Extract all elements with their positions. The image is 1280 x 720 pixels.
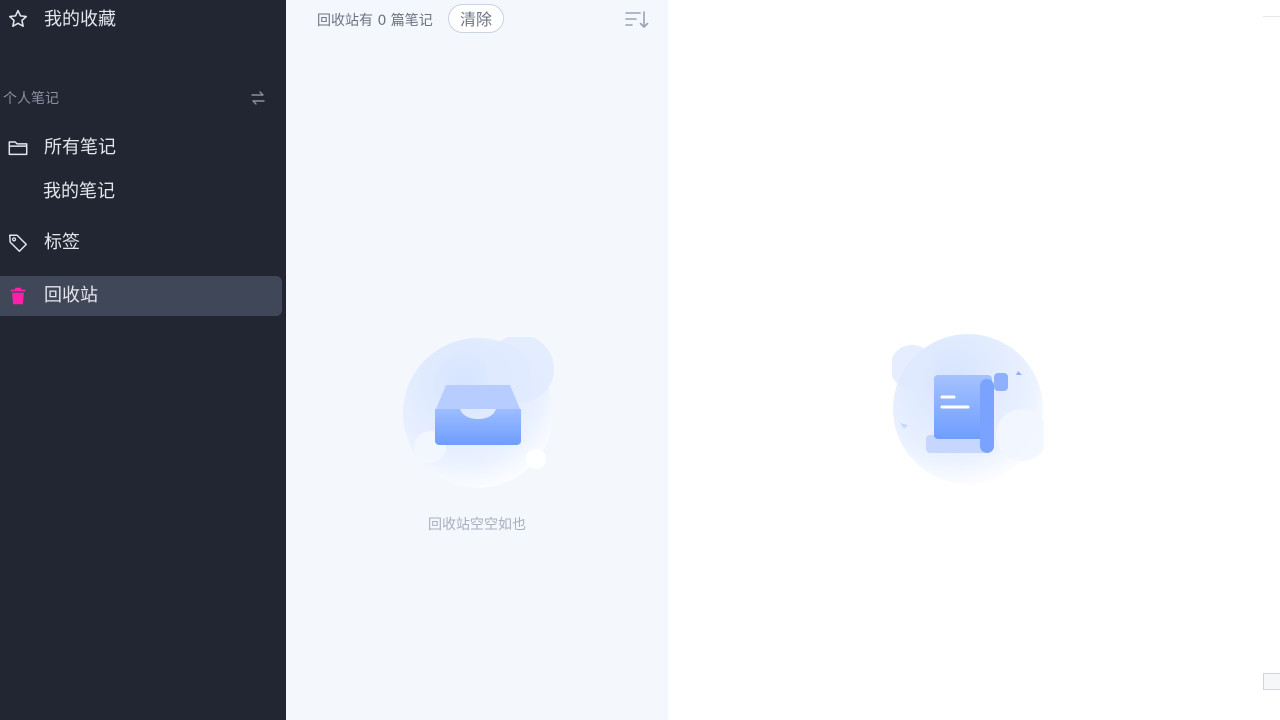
editor-edge-line	[1263, 16, 1280, 17]
section-title-personal-notes: 个人笔记	[3, 91, 59, 107]
clear-trash-button[interactable]: 清除	[448, 4, 504, 33]
swap-icon[interactable]	[249, 89, 267, 107]
tags-label: 标签	[44, 232, 80, 253]
trash-icon	[10, 287, 26, 305]
trash-count-text: 回收站有 0 篇笔记	[317, 13, 433, 29]
trash-label: 回收站	[44, 285, 98, 306]
sort-icon[interactable]	[624, 9, 650, 31]
folder-icon	[8, 141, 28, 156]
app-window: 我的收藏 个人笔记 所有笔记 我的笔记 标签 回收站 回收站有 0 篇笔记 清除…	[0, 0, 1280, 720]
sidebar-item-trash[interactable]: 回收站	[0, 276, 282, 316]
sidebar-item-favorites[interactable]: 我的收藏	[0, 0, 282, 40]
note-list-panel: 回收站有 0 篇笔记 清除 回收站空空如也	[286, 0, 668, 720]
sidebar-item-tags[interactable]: 标签	[0, 223, 282, 263]
editor-edge-box	[1263, 673, 1280, 690]
empty-trash-text: 回收站空空如也	[428, 517, 526, 533]
sidebar: 我的收藏 个人笔记 所有笔记 我的笔记 标签 回收站	[0, 0, 286, 720]
sidebar-item-all-notes[interactable]: 所有笔记	[0, 128, 282, 168]
editor-area	[668, 0, 1280, 720]
sidebar-item-my-notes[interactable]: 我的笔记	[43, 172, 115, 212]
all-notes-label: 所有笔记	[44, 137, 116, 158]
inbox-icon	[403, 337, 554, 488]
document-scroll-icon	[892, 334, 1044, 484]
star-icon	[8, 9, 28, 28]
tag-icon	[9, 234, 27, 252]
favorites-label: 我的收藏	[44, 9, 116, 30]
